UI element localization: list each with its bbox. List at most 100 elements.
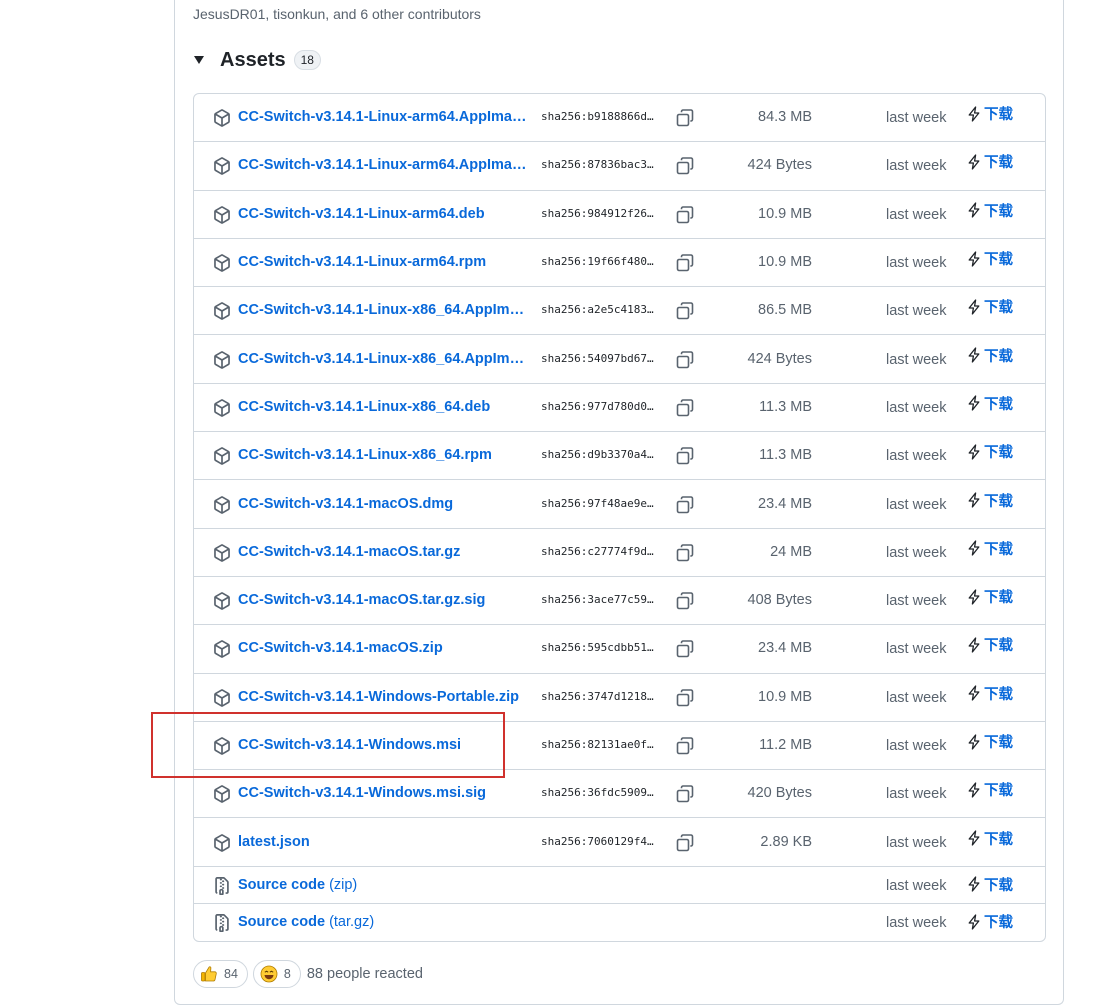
bolt-icon bbox=[967, 637, 981, 653]
asset-date: last week bbox=[886, 834, 947, 851]
download-button[interactable]: 下载 bbox=[967, 393, 1013, 414]
download-label: 下载 bbox=[984, 348, 1013, 365]
copy-icon[interactable] bbox=[675, 301, 695, 321]
copy-icon[interactable] bbox=[675, 688, 695, 708]
source-code-row: Source code (zip) last week 下载 bbox=[194, 867, 1045, 905]
asset-name-link[interactable]: CC-Switch-v3.14.1-macOS.zip bbox=[238, 640, 528, 656]
download-button[interactable]: 下载 bbox=[967, 731, 1013, 752]
bolt-icon bbox=[967, 105, 981, 122]
asset-sha256: sha256:c27774f9d… bbox=[541, 544, 654, 558]
package-icon bbox=[213, 544, 231, 562]
copy-icon[interactable] bbox=[675, 253, 695, 273]
asset-row: CC-Switch-v3.14.1-Linux-x86_64.deb sha256… bbox=[194, 384, 1045, 433]
copy-icon[interactable] bbox=[675, 205, 695, 225]
asset-row: latest.json sha256:7060129f4… 2.89 KB last … bbox=[194, 819, 1045, 867]
download-button[interactable]: 下载 bbox=[967, 248, 1013, 269]
asset-row: CC-Switch-v3.14.1-Linux-x86_64.AppImage s… bbox=[194, 287, 1045, 336]
asset-size: 86.5 MB bbox=[758, 302, 812, 319]
package-icon bbox=[213, 592, 231, 610]
source-code-label: Source code bbox=[238, 876, 326, 893]
package-icon bbox=[213, 399, 231, 417]
download-label: 下载 bbox=[984, 590, 1013, 607]
asset-name-link[interactable]: CC-Switch-v3.14.1-Linux-x86_64.rpm bbox=[238, 447, 528, 463]
asset-name-link[interactable]: CC-Switch-v3.14.1-macOS.tar.gz bbox=[238, 544, 528, 560]
package-icon bbox=[213, 302, 231, 321]
bolt-icon bbox=[967, 250, 981, 267]
asset-date: last week bbox=[886, 915, 947, 932]
download-label: 下载 bbox=[984, 203, 1013, 220]
download-label: 下载 bbox=[984, 445, 1013, 462]
copy-icon[interactable] bbox=[675, 446, 695, 466]
download-button[interactable]: 下载 bbox=[967, 779, 1013, 800]
asset-name-link[interactable]: CC-Switch-v3.14.1-Windows-Portable.zip bbox=[238, 689, 528, 705]
download-button[interactable]: 下载 bbox=[967, 296, 1013, 317]
asset-date: last week bbox=[886, 496, 947, 513]
asset-name-link[interactable]: CC-Switch-v3.14.1-Linux-x86_64.AppImage.… bbox=[238, 351, 528, 367]
asset-date: last week bbox=[886, 738, 947, 755]
bolt-icon bbox=[967, 588, 981, 605]
assets-header[interactable]: Assets 18 bbox=[192, 46, 321, 74]
copy-icon[interactable] bbox=[675, 156, 695, 176]
copy-icon[interactable] bbox=[675, 833, 695, 853]
asset-name-link[interactable]: CC-Switch-v3.14.1-macOS.tar.gz.sig bbox=[238, 592, 528, 608]
download-label: 下载 bbox=[984, 915, 1013, 932]
asset-name-link[interactable]: CC-Switch-v3.14.1-Linux-arm64.AppImage.s… bbox=[238, 157, 528, 173]
download-button[interactable]: 下载 bbox=[967, 911, 1013, 932]
asset-name-link[interactable]: CC-Switch-v3.14.1-macOS.dmg bbox=[238, 496, 528, 512]
asset-name-link[interactable]: CC-Switch-v3.14.1-Linux-x86_64.AppImage bbox=[238, 302, 528, 318]
copy-icon[interactable] bbox=[675, 736, 695, 756]
asset-row: CC-Switch-v3.14.1-Linux-x86_64.rpm sha256… bbox=[194, 432, 1045, 481]
download-button[interactable]: 下载 bbox=[967, 200, 1013, 221]
reaction-button[interactable]: 84 bbox=[193, 960, 248, 988]
copy-icon[interactable] bbox=[675, 108, 695, 128]
download-button[interactable]: 下载 bbox=[967, 683, 1013, 704]
source-code-link[interactable]: Source code (zip) bbox=[238, 877, 357, 893]
copy-icon[interactable] bbox=[675, 591, 695, 611]
source-code-link[interactable]: Source code (tar.gz) bbox=[238, 914, 374, 930]
download-button[interactable]: 下载 bbox=[967, 490, 1013, 511]
download-button[interactable]: 下载 bbox=[967, 538, 1013, 559]
download-button[interactable]: 下载 bbox=[967, 103, 1013, 124]
download-label: 下载 bbox=[984, 877, 1013, 894]
asset-sha256: sha256:984912f26… bbox=[541, 206, 654, 220]
asset-row: CC-Switch-v3.14.1-Linux-arm64.AppImage sh… bbox=[194, 94, 1045, 143]
asset-sha256: sha256:97f48ae9e… bbox=[541, 496, 654, 510]
download-button[interactable]: 下载 bbox=[967, 874, 1013, 895]
download-button[interactable]: 下载 bbox=[967, 441, 1013, 462]
download-label: 下载 bbox=[984, 300, 1013, 317]
package-icon bbox=[213, 254, 231, 272]
asset-name-link[interactable]: CC-Switch-v3.14.1-Linux-x86_64.deb bbox=[238, 399, 528, 415]
collapse-triangle-icon[interactable] bbox=[194, 56, 204, 64]
download-label: 下载 bbox=[984, 396, 1013, 413]
asset-sha256: sha256:d9b3370a4… bbox=[541, 448, 654, 462]
copy-icon[interactable] bbox=[675, 398, 695, 418]
asset-name-link[interactable]: CC-Switch-v3.14.1-Linux-arm64.AppImage bbox=[238, 109, 528, 125]
asset-name-link[interactable]: CC-Switch-v3.14.1-Linux-arm64.deb bbox=[238, 206, 528, 222]
download-button[interactable]: 下载 bbox=[967, 151, 1013, 172]
asset-name-link[interactable]: CC-Switch-v3.14.1-Windows.msi.sig bbox=[238, 785, 528, 801]
asset-name-link[interactable]: latest.json bbox=[238, 834, 528, 850]
asset-size: 424 Bytes bbox=[747, 157, 813, 174]
download-button[interactable]: 下载 bbox=[967, 828, 1013, 849]
copy-icon[interactable] bbox=[675, 784, 695, 804]
bolt-icon bbox=[967, 876, 981, 892]
asset-row: CC-Switch-v3.14.1-Linux-arm64.deb sha256:… bbox=[194, 191, 1045, 239]
copy-icon[interactable] bbox=[675, 639, 695, 659]
asset-size: 10.9 MB bbox=[758, 254, 812, 271]
download-label: 下载 bbox=[984, 783, 1013, 800]
asset-size: 23.4 MB bbox=[758, 640, 812, 657]
asset-sha256: sha256:19f66f480… bbox=[541, 255, 654, 269]
copy-icon[interactable] bbox=[675, 495, 695, 515]
download-button[interactable]: 下载 bbox=[967, 345, 1013, 366]
reaction-count: 84 bbox=[224, 967, 238, 981]
copy-icon[interactable] bbox=[675, 350, 695, 370]
asset-name-link[interactable]: CC-Switch-v3.14.1-Linux-arm64.rpm bbox=[238, 254, 528, 270]
thumbs-up-icon bbox=[200, 965, 218, 983]
reaction-button[interactable]: 8 bbox=[252, 960, 301, 988]
download-button[interactable]: 下载 bbox=[967, 634, 1013, 655]
asset-date: last week bbox=[886, 448, 947, 465]
bolt-icon bbox=[967, 202, 981, 218]
copy-icon[interactable] bbox=[675, 543, 695, 563]
download-button[interactable]: 下载 bbox=[967, 586, 1013, 607]
reaction-count: 8 bbox=[283, 967, 291, 981]
